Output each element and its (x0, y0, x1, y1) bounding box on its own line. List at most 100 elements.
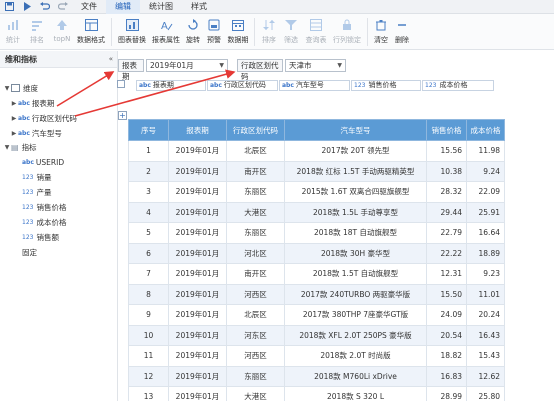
tree-item-region-code[interactable]: ▶ abc 行政区划代码 (10, 111, 77, 125)
data-format-button[interactable]: 数据格式 (74, 14, 108, 50)
query-table-button[interactable]: 查询表 (302, 14, 330, 50)
tree-item-measure[interactable]: 123 销量 (22, 170, 51, 184)
table-cell[interactable]: 18.89 (466, 242, 505, 264)
rotate-button[interactable]: 旋转 (183, 14, 203, 50)
table-row[interactable]: 8 2019年01月 河西区 2017款 240TURBO 两驱豪华版 15.50 11.… (128, 283, 505, 305)
table-cell[interactable]: 2019年01月 (168, 386, 227, 401)
table-cell[interactable]: 2019年01月 (168, 201, 227, 223)
tree-item-measure[interactable]: 123 销售价格 (22, 200, 66, 214)
table-cell[interactable]: 16.64 (466, 222, 505, 244)
table-cell[interactable]: 2018款 S 320 L (284, 386, 427, 401)
report-props-button[interactable]: A 报表属性 (149, 14, 183, 50)
undo-icon[interactable] (36, 0, 54, 14)
tree-item-measure[interactable]: 123 产量 (22, 185, 51, 199)
menu-edit[interactable]: 编辑 (106, 0, 140, 14)
table-cell[interactable]: 2015款 1.6T 双离合四驱旗舰型 (284, 181, 427, 203)
tree-item-measure[interactable]: 123 成本价格 (22, 215, 66, 229)
table-cell[interactable]: 2019年01月 (168, 160, 227, 182)
table-cell[interactable]: 22.79 (426, 222, 467, 244)
table-cell[interactable]: 2019年01月 (168, 140, 227, 162)
rank-button[interactable]: 排名 (24, 14, 50, 50)
table-cell[interactable]: 10.38 (426, 160, 467, 182)
field-chip-report-period[interactable]: abc 报表期 (136, 80, 206, 91)
table-cell[interactable]: 15.43 (466, 345, 505, 367)
run-icon[interactable] (18, 0, 36, 14)
table-cell[interactable]: 东丽区 (226, 222, 285, 244)
redo-icon[interactable] (54, 0, 72, 14)
row-col-lock-button[interactable]: 行列锁定 (330, 14, 364, 50)
table-cell[interactable]: 3 (128, 181, 169, 203)
table-cell[interactable]: 25.91 (466, 201, 505, 223)
column-header[interactable]: 报表期 (168, 119, 227, 141)
save-icon[interactable] (0, 0, 18, 14)
table-row[interactable]: 7 2019年01月 南开区 2018款 1.5T 自动旗舰型 12.31 9.23 (128, 263, 505, 285)
table-row[interactable]: 2 2019年01月 南开区 2018款 红标 1.5T 手动两驱精英型 10.38 9.… (128, 160, 505, 182)
tree-item-car-model[interactable]: ▶ abc 汽车型号 (10, 126, 62, 140)
table-cell[interactable]: 9.24 (466, 160, 505, 182)
table-cell[interactable]: 2019年01月 (168, 365, 227, 387)
table-cell[interactable]: 2019年01月 (168, 242, 227, 264)
table-cell[interactable]: 20.24 (466, 304, 505, 326)
table-cell[interactable]: 24.09 (426, 304, 467, 326)
table-row[interactable]: 13 2019年01月 大港区 2018款 S 320 L 28.99 25.80 (128, 386, 505, 401)
table-cell[interactable]: 2018款 XFL 2.0T 250PS 豪华版 (284, 324, 427, 346)
table-cell[interactable]: 2018款 红标 1.5T 手动两驱精英型 (284, 160, 427, 182)
tree-item-measure[interactable]: 123 销售额 (22, 230, 59, 244)
table-cell[interactable]: 15.50 (426, 283, 467, 305)
table-cell[interactable]: 15.56 (426, 140, 467, 162)
table-cell[interactable]: 2019年01月 (168, 345, 227, 367)
table-cell[interactable]: 河北区 (226, 242, 285, 264)
table-cell[interactable]: 2 (128, 160, 169, 182)
table-cell[interactable]: 2019年01月 (168, 222, 227, 244)
clear-button[interactable]: 清空 (371, 14, 391, 50)
table-cell[interactable]: 13 (128, 386, 169, 401)
table-row[interactable]: 5 2019年01月 东丽区 2018款 18T 自动旗舰型 22.79 16.64 (128, 222, 505, 244)
table-cell[interactable]: 22.22 (426, 242, 467, 264)
period-select[interactable]: 2019年01月 ▼ (146, 59, 228, 72)
region-select[interactable]: 天津市 ▼ (285, 59, 346, 72)
table-cell[interactable]: 2017款 240TURBO 两驱豪华版 (284, 283, 427, 305)
column-header[interactable]: 行政区划代码 (226, 119, 285, 141)
field-chip-region-code[interactable]: abc 行政区划代码 (207, 80, 278, 91)
table-cell[interactable]: 2018款 1.5T 自动旗舰型 (284, 263, 427, 285)
table-cell[interactable]: 河西区 (226, 283, 285, 305)
menu-chart[interactable]: 统计图 (140, 0, 182, 14)
table-cell[interactable]: 2018款 2.0T 时尚版 (284, 345, 427, 367)
column-header[interactable]: 汽车型号 (284, 119, 427, 141)
menu-style[interactable]: 样式 (182, 0, 216, 14)
column-header[interactable]: 序号 (128, 119, 169, 141)
table-row[interactable]: 4 2019年01月 大港区 2018款 1.5L 手动尊享型 29.44 25.91 (128, 201, 505, 223)
table-cell[interactable]: 东丽区 (226, 365, 285, 387)
data-period-button[interactable]: 数据期 (225, 14, 251, 50)
table-cell[interactable]: 2019年01月 (168, 181, 227, 203)
collapse-icon[interactable]: « (109, 55, 113, 63)
table-cell[interactable]: 南开区 (226, 263, 285, 285)
field-chip-car-model[interactable]: abc 汽车型号 (279, 80, 350, 91)
table-cell[interactable]: 11 (128, 345, 169, 367)
tree-item-report-period[interactable]: ▶ abc 报表期 (10, 96, 55, 110)
table-cell[interactable]: 7 (128, 263, 169, 285)
table-cell[interactable]: 22.09 (466, 181, 505, 203)
table-cell[interactable]: 16.43 (466, 324, 505, 346)
table-cell[interactable]: 东丽区 (226, 181, 285, 203)
alert-button[interactable]: 预警 (203, 14, 225, 50)
table-cell[interactable]: 大港区 (226, 201, 285, 223)
table-cell[interactable]: 南开区 (226, 160, 285, 182)
menu-file[interactable]: 文件 (72, 0, 106, 14)
statistics-button[interactable]: 统计 (2, 14, 24, 50)
table-cell[interactable]: 28.32 (426, 181, 467, 203)
delete-button[interactable]: 删除 (391, 14, 413, 50)
table-cell[interactable]: 北辰区 (226, 140, 285, 162)
table-cell[interactable]: 2018款 18T 自动旗舰型 (284, 222, 427, 244)
table-cell[interactable]: 10 (128, 324, 169, 346)
table-cell[interactable]: 12 (128, 365, 169, 387)
table-row[interactable]: 3 2019年01月 东丽区 2015款 1.6T 双离合四驱旗舰型 28.32 22.0… (128, 181, 505, 203)
table-cell[interactable]: 6 (128, 242, 169, 264)
topn-button[interactable]: topN (50, 14, 74, 50)
table-cell[interactable]: 北辰区 (226, 304, 285, 326)
table-cell[interactable]: 2017款 20T 领先型 (284, 140, 427, 162)
table-cell[interactable]: 9 (128, 304, 169, 326)
table-cell[interactable]: 2018款 M760Li xDrive (284, 365, 427, 387)
table-cell[interactable]: 2019年01月 (168, 263, 227, 285)
table-cell[interactable]: 5 (128, 222, 169, 244)
